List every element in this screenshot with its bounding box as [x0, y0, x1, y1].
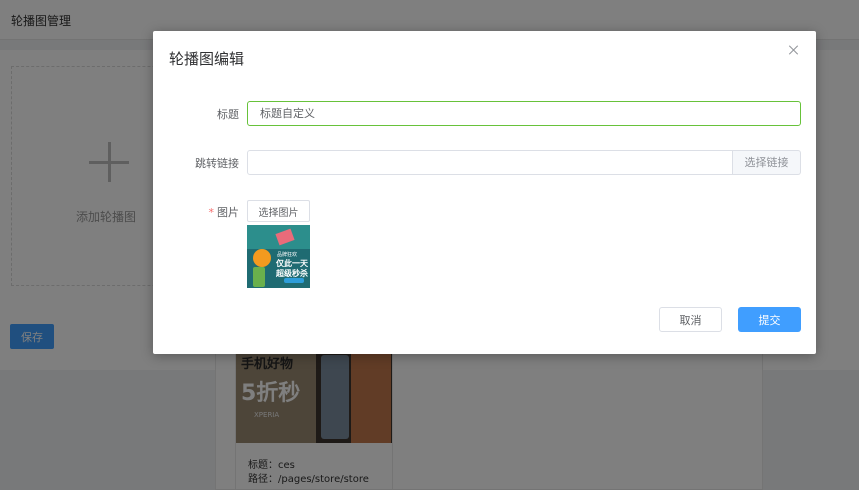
thumb-orange-graphic [253, 249, 271, 267]
thumb-button-graphic [284, 278, 304, 283]
select-link-button[interactable]: 选择链接 [733, 150, 801, 175]
link-label: 跳转链接 [195, 157, 239, 170]
select-image-button[interactable]: 选择图片 [247, 200, 310, 222]
image-label-text: 图片 [217, 206, 239, 219]
thumb-bottle-graphic [253, 267, 265, 287]
close-icon[interactable] [787, 44, 801, 58]
image-label: * 图片 [153, 204, 240, 220]
link-input[interactable] [247, 150, 733, 175]
thumb-text: 品牌狂欢 [277, 252, 298, 258]
dialog-title: 轮播图编辑 [169, 50, 245, 68]
title-label: 标题 [217, 108, 239, 121]
title-input[interactable]: 标题自定义 [247, 101, 801, 126]
banner-edit-dialog: 轮播图编辑 标题 标题自定义 跳转链接 选择链接 * 图片 选择图片 品牌狂欢 仅… [153, 31, 816, 354]
submit-button[interactable]: 提交 [738, 307, 801, 332]
image-thumbnail[interactable]: 品牌狂欢 仅此一天 超级秒杀 [247, 225, 310, 288]
cancel-button[interactable]: 取消 [659, 307, 722, 332]
required-mark: * [208, 206, 215, 219]
